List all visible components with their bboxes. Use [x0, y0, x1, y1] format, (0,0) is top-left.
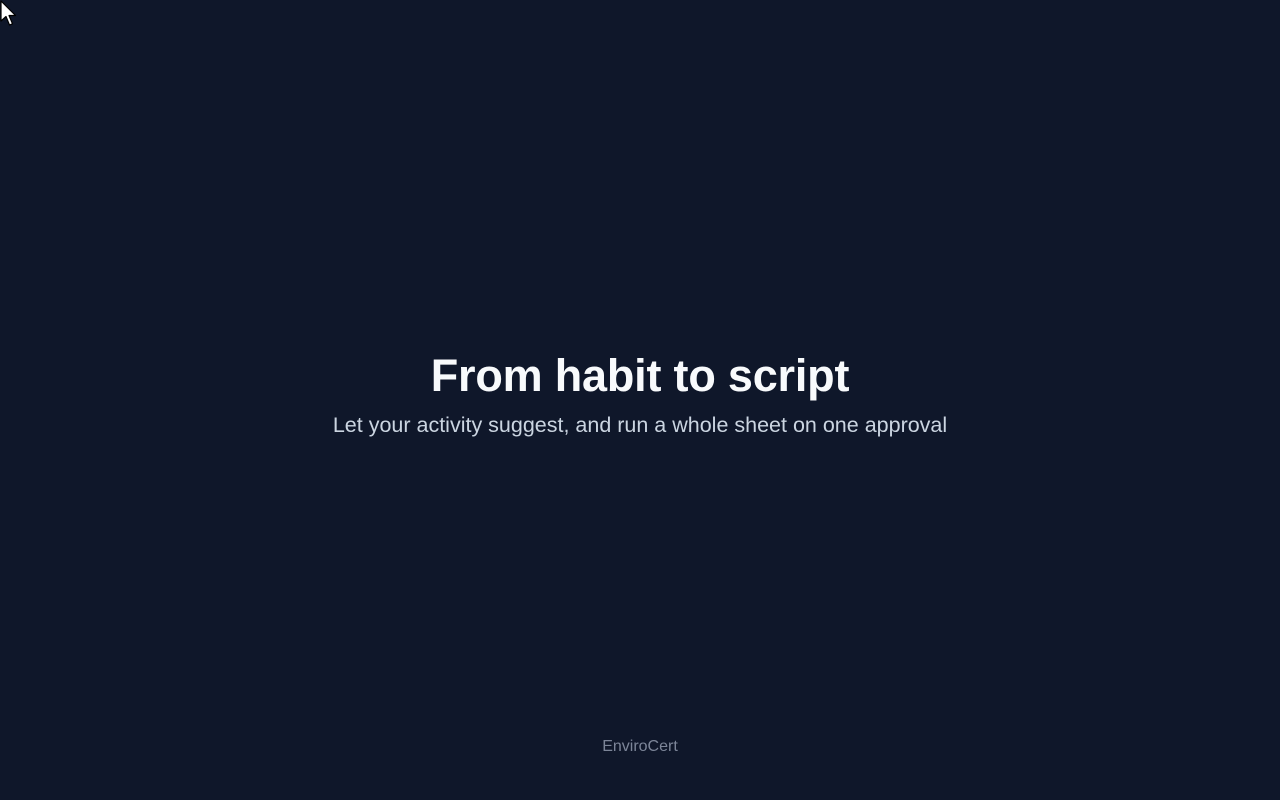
- hero-section: From habit to script Let your activity s…: [0, 348, 1280, 440]
- footer-brand: EnviroCert: [602, 738, 678, 755]
- mouse-cursor-icon: [0, 0, 17, 26]
- hero-title: From habit to script: [430, 350, 850, 401]
- slide-stage: From habit to script Let your activity s…: [0, 0, 1280, 800]
- hero-subtitle: Let your activity suggest, and run a who…: [332, 413, 948, 437]
